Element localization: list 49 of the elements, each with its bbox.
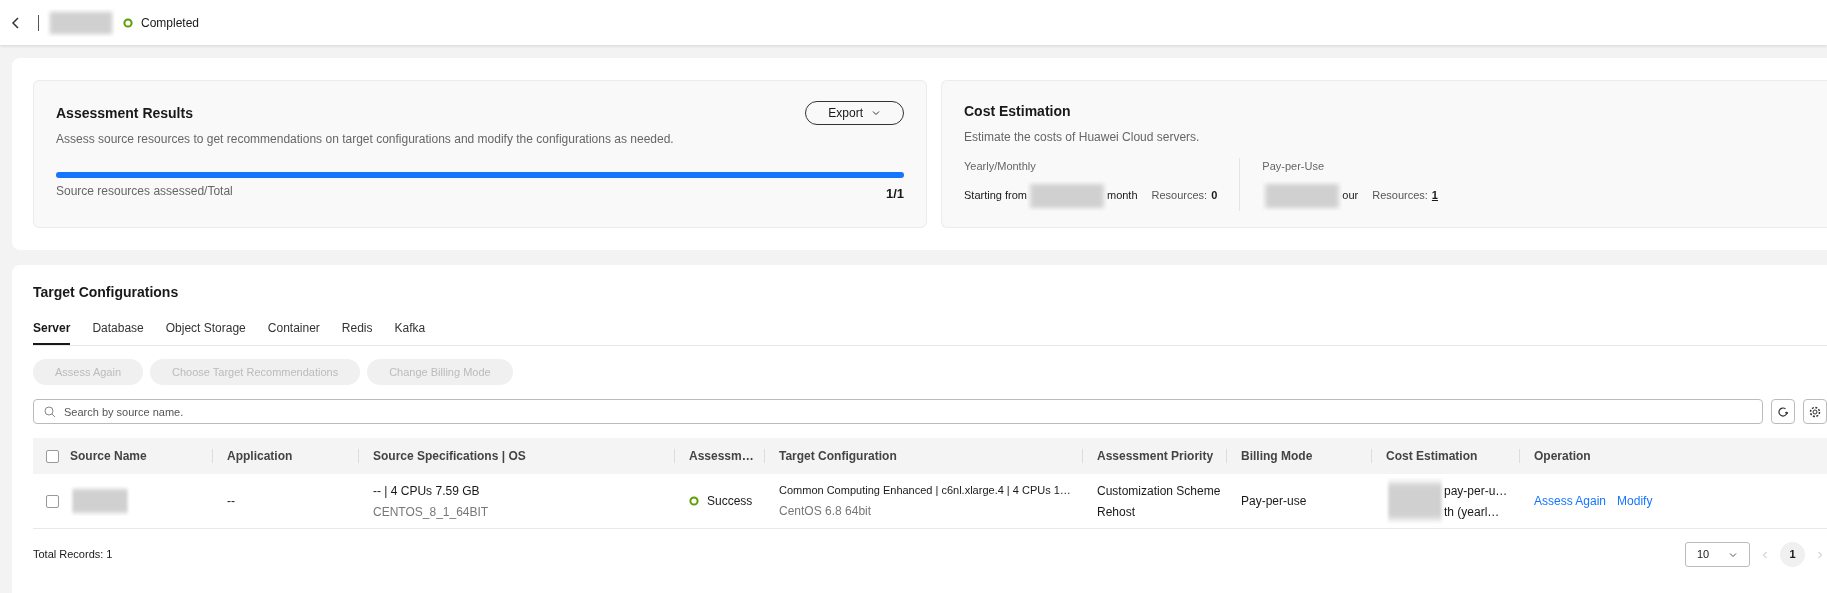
cost-suffix: month bbox=[1106, 188, 1138, 204]
resources-label: Resources: bbox=[1151, 188, 1208, 204]
tab[interactable]: Kafka bbox=[394, 319, 426, 345]
table-cell-text: Success bbox=[707, 493, 753, 510]
progress-label: Source resources assessed/Total bbox=[56, 183, 233, 200]
page-size-select[interactable]: 10 bbox=[1685, 542, 1750, 567]
column-header: Assessment Priority bbox=[1097, 448, 1214, 465]
search-field[interactable]: Search by source name. bbox=[33, 399, 1763, 424]
column-header: Target Configuration bbox=[779, 448, 897, 465]
cost-prefix: Starting from bbox=[964, 188, 1027, 204]
operation-link[interactable]: Assess Again bbox=[1534, 492, 1607, 510]
column-header: Billing Mode bbox=[1241, 448, 1313, 465]
section-title: Target Configurations bbox=[33, 283, 180, 302]
table-cell-text: Common Computing Enhanced | c6nl.xlarge.4 | 4 CPUs 1… bbox=[779, 483, 1072, 499]
status-text: Completed bbox=[141, 14, 200, 32]
column-header: Cost Estimation bbox=[1386, 448, 1478, 465]
page-button[interactable]: 1 bbox=[1780, 542, 1805, 567]
cost-suffix: our bbox=[1342, 188, 1359, 204]
resources-label: Resources: bbox=[1372, 188, 1428, 204]
tab[interactable]: Database bbox=[92, 319, 144, 345]
table-cell-text: CentOS 6.8 64bit bbox=[779, 502, 873, 520]
resources-value: 0 bbox=[1211, 188, 1218, 204]
table-cell: Pay-per-use bbox=[1241, 494, 1307, 508]
tab[interactable]: Server bbox=[33, 319, 71, 345]
tab[interactable]: Container bbox=[267, 319, 320, 345]
table-cell: -- bbox=[227, 494, 235, 508]
table-cell-text: CENTOS_8_1_64BIT bbox=[373, 503, 490, 521]
cost-label: Pay-per-Use bbox=[1262, 159, 1326, 174]
table-cell-text: Rehost bbox=[1097, 503, 1137, 521]
operation-link[interactable]: Modify bbox=[1617, 492, 1653, 510]
table-cell-text: Customization Scheme bbox=[1097, 482, 1222, 500]
table-cell-text: -- | 4 CPUs 7.59 GB bbox=[373, 482, 481, 500]
column-header: Source Name bbox=[70, 448, 147, 465]
cost-label: Yearly/Monthly bbox=[964, 159, 1037, 174]
card-title: Assessment Results bbox=[56, 103, 193, 123]
total-records: Total Records: 1 bbox=[33, 547, 113, 563]
column-header: Operation bbox=[1534, 448, 1591, 465]
table-cell-text: pay-per-u… bbox=[1444, 482, 1508, 500]
resources-link[interactable]: 1 bbox=[1431, 187, 1438, 204]
table-cell-text: th (yearl… bbox=[1444, 503, 1501, 521]
tab[interactable]: Object Storage bbox=[165, 319, 246, 345]
card-description: Estimate the costs of Huawei Cloud servers. bbox=[964, 129, 1201, 146]
column-header: Application bbox=[227, 448, 293, 465]
card-title: Cost Estimation bbox=[964, 102, 1072, 121]
card-description: Assess source resources to get recommendations on target configurations and modify the configurations as needed. bbox=[56, 131, 675, 148]
progress-reading: 1/1 bbox=[885, 185, 904, 203]
tab[interactable]: Redis bbox=[341, 319, 373, 345]
column-header: Assessm… bbox=[689, 448, 754, 465]
column-header: Source Specifications | OS bbox=[373, 448, 526, 465]
